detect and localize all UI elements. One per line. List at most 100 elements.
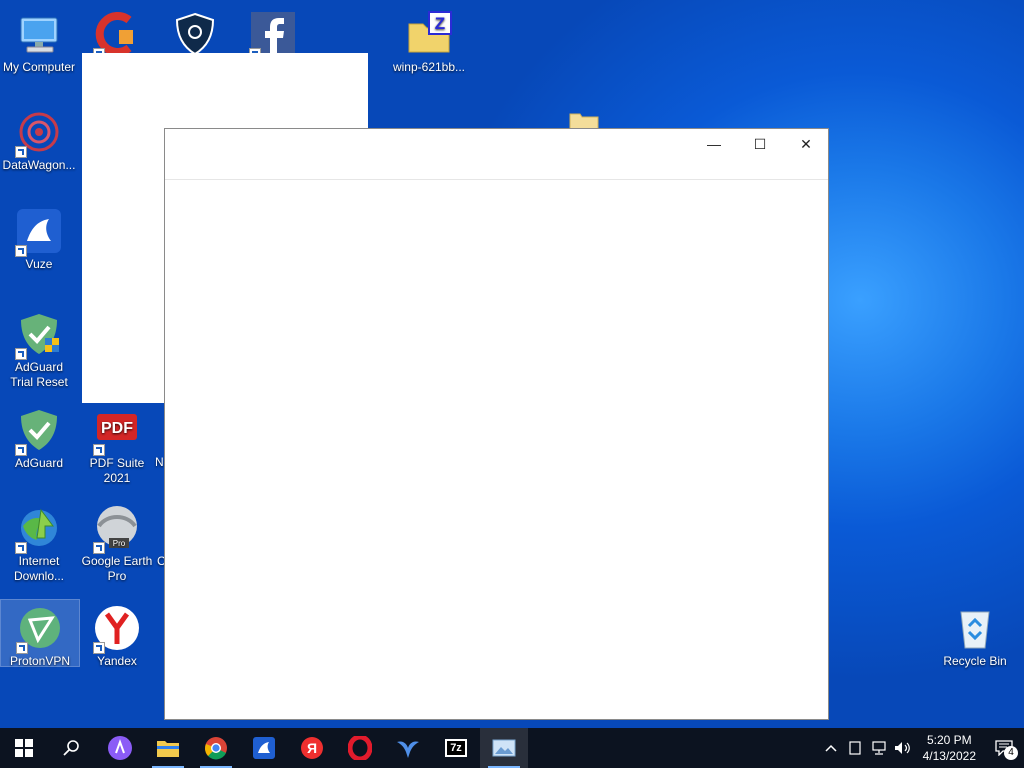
dark-shield-icon xyxy=(171,10,219,58)
adguard-shield-icon xyxy=(15,310,63,360)
alice-assistant-icon xyxy=(108,736,132,760)
minimize-icon: — xyxy=(707,136,721,152)
maximize-button[interactable]: ☐ xyxy=(737,129,783,159)
yandex-letter: Я xyxy=(306,740,318,756)
search-button[interactable] xyxy=(48,728,96,768)
desktop-icon-label: DataWagon... xyxy=(2,158,76,172)
taskbar-vuze[interactable] xyxy=(240,728,288,768)
taskbar-opera[interactable] xyxy=(336,728,384,768)
google-earth-icon: Pro xyxy=(93,504,141,554)
ccleaner-icon xyxy=(93,10,141,60)
computer-icon xyxy=(15,10,63,58)
svg-text:PDF: PDF xyxy=(101,420,133,437)
chevron-up-icon xyxy=(825,744,837,752)
recycle-bin-icon xyxy=(951,604,999,652)
shortcut-arrow-icon xyxy=(15,542,27,554)
window-content xyxy=(165,180,828,720)
desktop-icon-ccleaner[interactable] xyxy=(78,6,156,60)
desktop-icon-adguard-trial-reset[interactable]: AdGuard Trial Reset xyxy=(0,306,78,390)
desktop-icon-label: My Computer xyxy=(2,60,76,74)
vuze-frog-icon xyxy=(15,207,63,257)
start-button[interactable] xyxy=(0,728,48,768)
globe-download-icon xyxy=(15,504,63,554)
system-tray: 5:20 PM 4/13/2022 4 xyxy=(819,728,1024,768)
desktop-icon-label: Google Earth Pro xyxy=(81,554,153,583)
zip-folder-icon: Z xyxy=(405,10,453,58)
taskbar: Я 7z 5:20 PM 4/13/2022 4 xyxy=(0,728,1024,768)
desktop-icon-label: Internet Downlo... xyxy=(13,554,65,583)
desktop-icon-label: AdGuard Trial Reset xyxy=(10,360,68,389)
notification-count-badge: 4 xyxy=(1004,746,1018,760)
svg-text:Pro: Pro xyxy=(113,539,126,548)
window-icon xyxy=(849,741,861,755)
desktop-icon-google-earth-pro[interactable]: Pro Google Earth Pro xyxy=(78,500,156,584)
desktop-icon-label: Vuze xyxy=(25,257,53,271)
7zip-icon: 7z xyxy=(445,739,467,757)
shortcut-arrow-icon xyxy=(15,146,27,158)
shortcut-arrow-icon xyxy=(93,542,105,554)
desktop-icon-label: PDF Suite 2021 xyxy=(89,456,145,485)
taskbar-active-window[interactable] xyxy=(480,728,528,768)
windows-logo-icon xyxy=(15,739,33,757)
clock-time: 5:20 PM xyxy=(926,733,972,747)
shortcut-arrow-icon xyxy=(15,245,27,257)
desktop-icon-label: Yandex xyxy=(97,654,137,668)
close-icon: ✕ xyxy=(800,135,812,152)
facebook-icon xyxy=(249,10,297,60)
minimize-button[interactable]: — xyxy=(691,129,737,159)
close-button[interactable]: ✕ xyxy=(783,129,829,159)
taskbar-alice-assistant[interactable] xyxy=(96,728,144,768)
desktop-icon-label: ProtonVPN xyxy=(9,654,71,668)
show-hidden-icons-button[interactable] xyxy=(819,728,843,768)
vuze-frog-icon xyxy=(253,737,275,759)
app-window: — ☐ ✕ xyxy=(164,128,829,720)
search-icon xyxy=(63,740,79,756)
network-icon xyxy=(872,741,886,755)
action-center-button[interactable]: 4 xyxy=(984,728,1024,768)
desktop-icon-my-computer[interactable]: My Computer xyxy=(0,6,78,75)
desktop-icon-facebook[interactable] xyxy=(234,6,312,60)
shortcut-arrow-icon xyxy=(93,642,105,654)
pdf-icon: PDF xyxy=(93,406,141,456)
desktop-icon-winp-archive[interactable]: Z winp-621bb... xyxy=(390,6,468,75)
clock[interactable]: 5:20 PM 4/13/2022 xyxy=(915,732,984,764)
desktop-icon-label: winp-621bb... xyxy=(392,60,466,74)
desktop-icon-label: AdGuard xyxy=(14,456,64,470)
clock-date: 4/13/2022 xyxy=(922,749,976,763)
shortcut-arrow-icon xyxy=(15,348,27,360)
speaker-icon xyxy=(894,742,910,754)
window-titlebar[interactable]: — ☐ ✕ xyxy=(165,129,828,180)
tray-app-icon[interactable] xyxy=(843,728,867,768)
desktop-icon-adguard[interactable]: AdGuard xyxy=(0,402,78,471)
image-viewer-icon xyxy=(492,739,516,757)
desktop-icon-yandex[interactable]: Yandex xyxy=(78,600,156,669)
network-tray-button[interactable] xyxy=(867,728,891,768)
desktop-icon-datawagon[interactable]: DataWagon... xyxy=(0,104,78,173)
opera-icon xyxy=(348,736,372,760)
taskbar-yandex-browser[interactable]: Я xyxy=(288,728,336,768)
yandex-icon xyxy=(93,604,141,654)
shortcut-arrow-icon xyxy=(93,444,105,456)
taskbar-bird-app[interactable] xyxy=(384,728,432,768)
desktop-icon-recycle-bin[interactable]: Recycle Bin xyxy=(936,600,1014,669)
desktop-icon-internet-download-manager[interactable]: Internet Downlo... xyxy=(0,500,78,584)
datawagon-icon xyxy=(15,108,63,158)
protonvpn-icon xyxy=(16,604,64,654)
desktop-icon-label: Recycle Bin xyxy=(943,654,1007,668)
desktop-icon-protonvpn[interactable]: ProtonVPN xyxy=(0,599,80,668)
bird-icon xyxy=(397,741,419,758)
desktop-icon-shield-app[interactable] xyxy=(156,6,234,60)
folder-icon[interactable] xyxy=(569,110,599,131)
taskbar-chrome[interactable] xyxy=(192,728,240,768)
desktop-icon-vuze[interactable]: Vuze xyxy=(0,203,78,272)
taskbar-7zip[interactable]: 7z xyxy=(432,728,480,768)
taskbar-file-explorer[interactable] xyxy=(144,728,192,768)
adguard-shield-icon xyxy=(15,406,63,456)
shortcut-arrow-icon xyxy=(15,444,27,456)
shortcut-arrow-icon xyxy=(16,642,28,654)
maximize-icon: ☐ xyxy=(753,135,767,152)
volume-tray-button[interactable] xyxy=(891,728,915,768)
folder-icon xyxy=(157,741,179,757)
desktop-icon-pdf-suite[interactable]: PDF PDF Suite 2021 xyxy=(78,402,156,486)
svg-text:Z: Z xyxy=(435,14,445,33)
